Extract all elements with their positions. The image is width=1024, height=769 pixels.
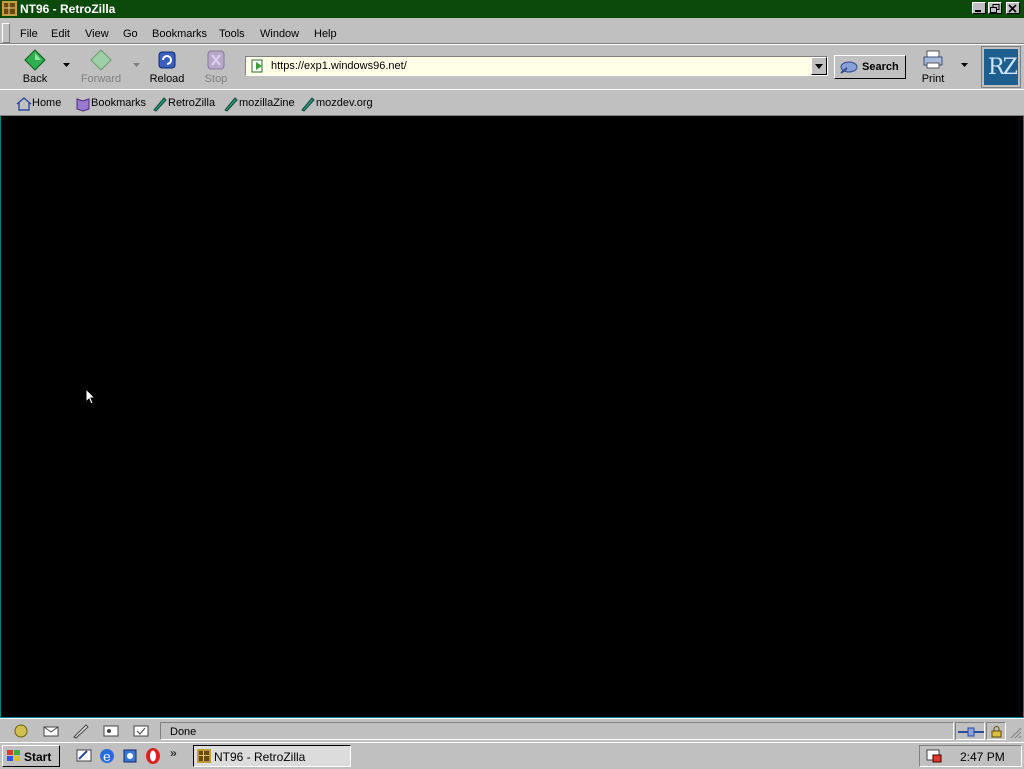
menu-bar: File Edit View Go Bookmarks Tools Window… <box>0 21 1024 44</box>
mail-icon[interactable] <box>42 723 60 739</box>
close-icon <box>1008 4 1017 13</box>
app-icon <box>2 1 17 16</box>
quicklaunch-chevron[interactable]: » <box>170 746 177 760</box>
clock[interactable]: 2:47 PM <box>960 750 1005 764</box>
title-bar[interactable]: NT96 - RetroZilla <box>0 0 1024 18</box>
page-proxy-icon[interactable] <box>250 59 266 73</box>
quicklaunch-browser-icon[interactable]: e <box>98 747 116 765</box>
home-label: Home <box>32 97 62 109</box>
stop-icon <box>207 50 225 70</box>
reload-button[interactable]: Reload <box>143 47 191 87</box>
print-label: Print <box>921 73 945 85</box>
tray-settings-icon[interactable] <box>925 748 943 764</box>
address-book-icon[interactable] <box>102 723 120 739</box>
taskbar-app-button[interactable]: NT96 - RetroZilla <box>193 745 351 767</box>
browser-chrome: File Edit View Go Bookmarks Tools Window… <box>0 18 1024 116</box>
status-text: Done <box>170 726 197 738</box>
menu-file[interactable]: File <box>20 28 38 40</box>
window-title: NT96 - RetroZilla <box>20 2 116 16</box>
home-icon <box>16 97 32 111</box>
bookmark-label: mozillaZine <box>239 97 295 109</box>
security-panel[interactable] <box>986 722 1006 740</box>
print-dropdown-icon[interactable] <box>960 62 969 68</box>
bookmark-link-icon <box>301 97 315 112</box>
composer-icon[interactable] <box>72 723 90 739</box>
page-content[interactable] <box>1 116 1023 717</box>
system-tray: 2:47 PM <box>919 745 1022 767</box>
menu-bookmarks[interactable]: Bookmarks <box>152 28 207 40</box>
forward-arrow-icon <box>90 49 112 71</box>
chevron-down-icon <box>815 64 823 69</box>
quicklaunch-opera-icon[interactable] <box>144 747 162 765</box>
back-arrow-icon <box>24 49 46 71</box>
close-button[interactable] <box>1006 2 1020 14</box>
back-button[interactable]: Back <box>11 47 59 87</box>
online-status-panel[interactable] <box>955 722 985 740</box>
svg-text:e: e <box>103 750 111 765</box>
personal-toolbar: Home Bookmarks RetroZilla mozillaZine mo… <box>0 89 1024 116</box>
app-icon <box>197 749 211 763</box>
lock-icon <box>991 726 1002 738</box>
stop-label: Stop <box>204 73 228 85</box>
bookmark-link-icon <box>224 97 238 112</box>
bookmark-label: mozdev.org <box>316 97 373 109</box>
bookmark-link-icon <box>153 97 167 112</box>
forward-history-dropdown-icon[interactable] <box>132 62 141 68</box>
bookmarks-icon <box>76 98 90 112</box>
url-history-dropdown[interactable] <box>811 57 827 75</box>
quicklaunch-desktop-icon[interactable] <box>75 747 93 765</box>
print-button[interactable]: Print <box>909 47 957 87</box>
taskbar: Start e » NT96 - RetroZilla 2:47 PM <box>0 742 1024 769</box>
printer-icon <box>923 50 943 69</box>
quicklaunch-network-icon[interactable] <box>121 747 139 765</box>
minimize-icon <box>975 10 981 12</box>
url-input[interactable]: https://exp1.windows96.net/ <box>271 60 407 72</box>
back-label: Back <box>22 73 48 85</box>
resize-grip-icon[interactable] <box>1010 727 1022 739</box>
navigator-icon[interactable] <box>12 723 30 739</box>
restore-button[interactable] <box>988 2 1002 14</box>
status-bar: Done <box>0 718 1024 743</box>
restore-icon <box>990 4 1000 13</box>
windows-logo-icon <box>7 750 20 761</box>
start-button[interactable]: Start <box>2 745 60 767</box>
bookmarks-label: Bookmarks <box>91 97 147 109</box>
search-icon <box>840 61 858 74</box>
throbber-logo[interactable]: RZ <box>981 46 1021 88</box>
start-label: Start <box>24 750 52 764</box>
menu-help[interactable]: Help <box>314 28 337 40</box>
online-plug-icon <box>958 727 984 737</box>
search-button[interactable]: Search <box>834 55 906 79</box>
chat-icon[interactable] <box>132 723 150 739</box>
taskbar-app-label: NT96 - RetroZilla <box>214 750 306 764</box>
bookmark-label: RetroZilla <box>168 97 216 109</box>
menu-go[interactable]: Go <box>123 28 138 40</box>
forward-button[interactable]: Forward <box>77 47 125 87</box>
toolbar-grip[interactable] <box>2 23 10 43</box>
back-history-dropdown-icon[interactable] <box>62 62 71 68</box>
minimize-button[interactable] <box>972 2 986 14</box>
logo-text: RZ <box>988 55 1018 80</box>
navigation-toolbar: Back Forward Reload Stop https://exp1.wi… <box>0 44 1024 90</box>
reload-icon <box>158 51 176 69</box>
menu-tools[interactable]: Tools <box>219 28 245 40</box>
status-text-panel: Done <box>160 722 954 740</box>
url-bar[interactable]: https://exp1.windows96.net/ <box>245 56 828 76</box>
search-label: Search <box>862 61 899 73</box>
menu-view[interactable]: View <box>85 28 109 40</box>
menu-window[interactable]: Window <box>260 28 299 40</box>
menu-edit[interactable]: Edit <box>51 28 70 40</box>
forward-label: Forward <box>80 73 122 85</box>
mouse-cursor-icon <box>85 388 97 405</box>
stop-button[interactable]: Stop <box>192 47 240 87</box>
reload-label: Reload <box>149 73 185 85</box>
